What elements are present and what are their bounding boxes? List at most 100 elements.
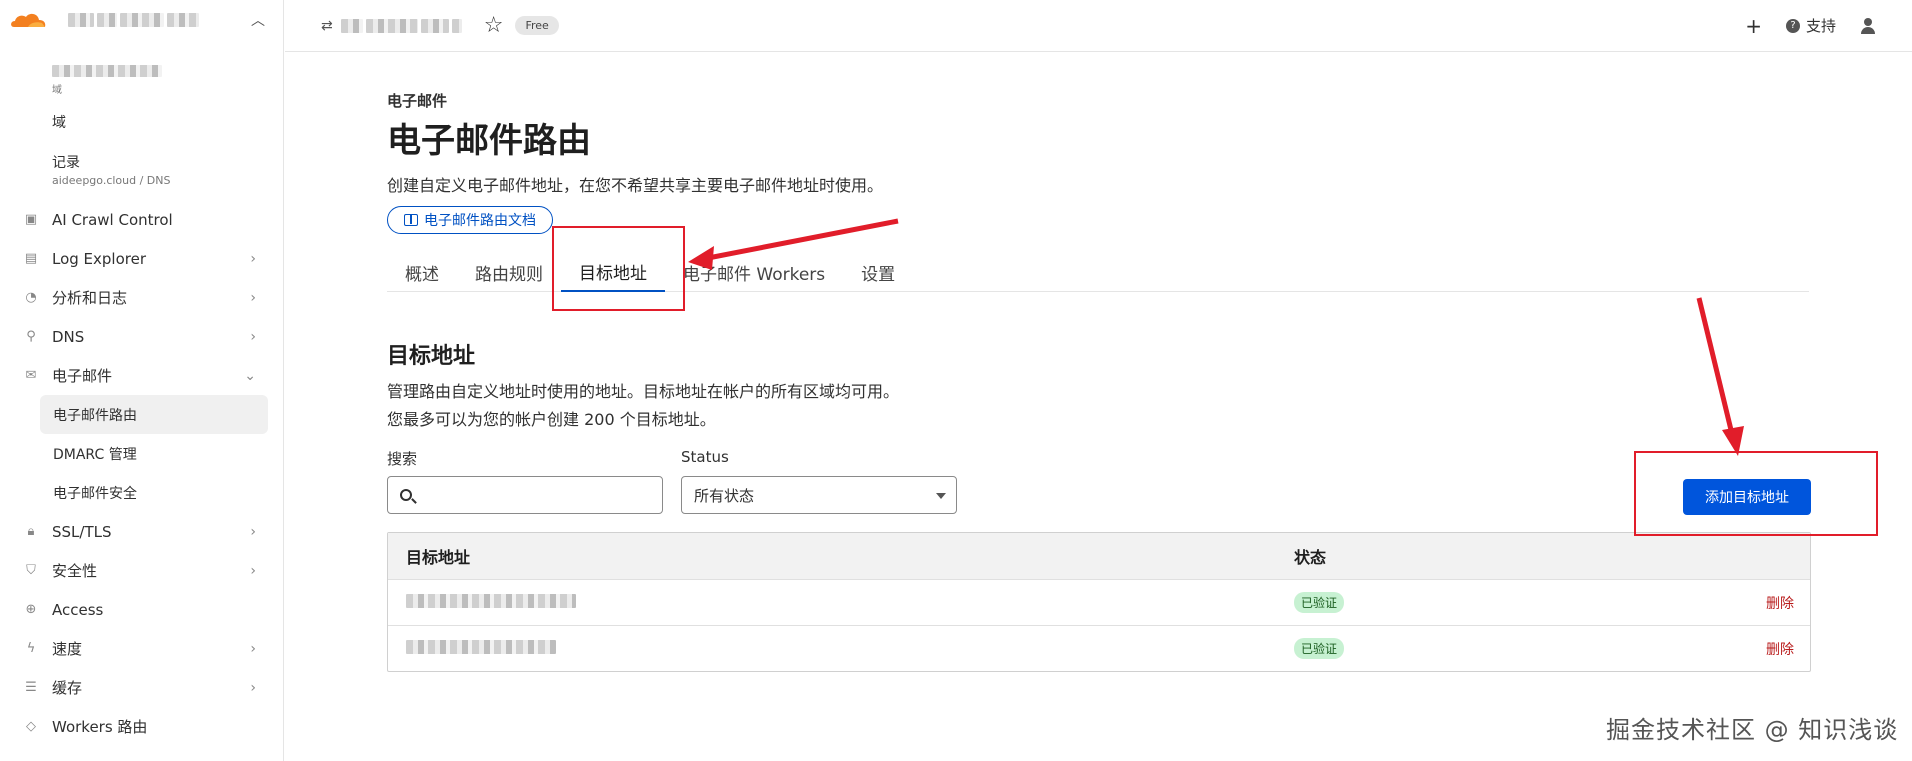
bolt-icon: ϟ — [26, 641, 36, 656]
sidebar-item-label: Access — [52, 600, 104, 619]
zone-selector[interactable] — [340, 18, 462, 33]
docs-link[interactable]: 电子邮件路由文档 — [387, 206, 553, 234]
chevron-right-icon: › — [250, 640, 256, 657]
app-window: ︿ 域 域 记录 aideepgo.cloud / DNS ▣ AI Crawl… — [0, 0, 1912, 761]
main-content: 电子邮件 电子邮件路由 创建自定义电子邮件地址，在您不希望共享主要电子邮件地址时… — [387, 90, 1811, 672]
annotation-box-button — [1634, 451, 1878, 536]
annotation-arrow-button-line — [1696, 297, 1735, 435]
status-label: Status — [681, 448, 729, 466]
section-description: 管理路由自定义地址时使用的地址。目标地址在帐户的所有区域均可用。 您最多可以为您… — [387, 378, 899, 434]
mail-icon: ✉ — [25, 368, 37, 383]
sidebar: ︿ 域 域 记录 aideepgo.cloud / DNS ▣ AI Crawl… — [0, 0, 284, 761]
access-icon: ⊕ — [25, 602, 37, 617]
chevron-up-icon[interactable]: ︿ — [251, 10, 265, 30]
book-icon — [404, 214, 418, 226]
sidebar-item-email[interactable]: ✉ 电子邮件 ⌄ — [0, 356, 284, 395]
analytics-icon: ◔ — [25, 290, 37, 305]
bot-icon: ▣ — [24, 212, 38, 227]
chevron-right-icon: › — [250, 562, 256, 579]
tab-email-workers[interactable]: 电子邮件 Workers — [665, 252, 843, 292]
delete-link[interactable]: 删除 — [1766, 642, 1794, 658]
sidebar-item-email-routing[interactable]: 电子邮件路由 — [40, 395, 268, 434]
page-eyebrow: 电子邮件 — [387, 92, 448, 110]
account-name[interactable] — [68, 13, 199, 27]
tab-overview[interactable]: 概述 — [387, 252, 457, 292]
cloudflare-logo-icon[interactable] — [8, 9, 48, 31]
table-row: 已验证 删除 — [388, 625, 1810, 671]
chevron-right-icon: › — [250, 328, 256, 345]
sidebar-nav: ▣ AI Crawl Control ▤ Log Explorer › ◔ 分析… — [0, 200, 284, 746]
sidebar-item-workers-routes[interactable]: ◇ Workers 路由 — [0, 707, 284, 746]
status-badge: 已验证 — [1294, 592, 1345, 613]
zone-icon: ⇄ — [321, 17, 333, 34]
sidebar-item-log-explorer[interactable]: ▤ Log Explorer › — [0, 239, 284, 278]
destination-table: 目标地址 状态 已验证 删除 已验证 删除 — [387, 532, 1811, 672]
sidebar-item-ai-crawl-control[interactable]: ▣ AI Crawl Control — [0, 200, 284, 239]
search-input[interactable] — [420, 487, 640, 503]
sidebar-item-email-security[interactable]: 电子邮件安全 — [0, 473, 284, 512]
section-description-line-1: 管理路由自定义地址时使用的地址。目标地址在帐户的所有区域均可用。 — [387, 382, 900, 401]
sidebar-domain[interactable]: 域 — [0, 112, 284, 132]
docs-link-label: 电子邮件路由文档 — [424, 213, 536, 229]
sidebar-item-label: 速度 — [52, 640, 83, 658]
plan-badge: Free — [515, 16, 559, 35]
table-row: 已验证 删除 — [388, 579, 1810, 625]
workers-icon: ◇ — [26, 719, 36, 734]
status-select[interactable]: 所有状态 — [681, 476, 957, 514]
sidebar-item-speed[interactable]: ϟ 速度 › — [0, 629, 284, 668]
status-select-value: 所有状态 — [694, 486, 755, 505]
sidebar-item-dns[interactable]: ⚲ DNS › — [0, 317, 284, 356]
zone-name[interactable] — [0, 62, 284, 81]
support-menu[interactable]: ? 支持 — [1785, 15, 1836, 36]
shield-icon: ⛉ — [26, 563, 36, 578]
destination-address — [388, 593, 1294, 612]
column-header-address: 目标地址 — [406, 548, 471, 567]
sidebar-item-label: 分析和日志 — [52, 289, 128, 307]
sidebar-item-label: SSL/TLS — [52, 522, 112, 541]
column-header-status: 状态 — [1294, 548, 1327, 567]
star-icon[interactable]: ☆ — [484, 13, 504, 38]
sidebar-item-label: DNS — [52, 327, 85, 346]
caret-down-icon — [936, 493, 946, 499]
sidebar-item-label: Log Explorer — [52, 249, 147, 268]
sidebar-records[interactable]: 记录 — [0, 152, 284, 172]
sidebar-item-cache[interactable]: ☰ 缓存 › — [0, 668, 284, 707]
sidebar-item-label: 缓存 — [52, 679, 83, 697]
sidebar-item-access[interactable]: ⊕ Access — [0, 590, 284, 629]
dns-icon: ⚲ — [26, 329, 36, 344]
top-actions: + ? 支持 — [1745, 14, 1876, 38]
sidebar-item-label: Workers 路由 — [52, 718, 148, 736]
sidebar-item-label: 电子邮件 — [52, 367, 113, 385]
chevron-right-icon: › — [250, 250, 256, 267]
records-breadcrumb: aideepgo.cloud / DNS — [52, 174, 171, 187]
lock-icon: 🔒︎ — [27, 524, 35, 539]
user-icon[interactable] — [1860, 17, 1876, 34]
destination-address — [388, 639, 1294, 658]
help-icon: ? — [1785, 18, 1800, 33]
section-description-line-2: 您最多可以为您的帐户创建 200 个目标地址。 — [387, 410, 716, 429]
zone-context: 域 域 记录 aideepgo.cloud / DNS — [0, 62, 284, 187]
sidebar-item-security[interactable]: ⛉ 安全性 › — [0, 551, 284, 590]
top-bar: ⇄ ☆ Free + ? 支持 — [285, 0, 1912, 52]
chevron-right-icon: › — [250, 679, 256, 696]
tab-settings[interactable]: 设置 — [843, 252, 913, 292]
sidebar-item-ssl-tls[interactable]: 🔒︎ SSL/TLS › — [0, 512, 284, 551]
log-icon: ▤ — [24, 251, 38, 266]
plus-icon[interactable]: + — [1745, 14, 1762, 38]
chevron-down-icon: ⌄ — [244, 367, 256, 384]
status-badge: 已验证 — [1294, 638, 1345, 659]
page-title: 电子邮件路由 — [387, 121, 591, 161]
search-field[interactable] — [387, 476, 663, 514]
delete-link[interactable]: 删除 — [1766, 596, 1794, 612]
support-label: 支持 — [1805, 17, 1836, 35]
zone-caption: 域 — [52, 85, 62, 96]
page-description: 创建自定义电子邮件地址，在您不希望共享主要电子邮件地址时使用。 — [387, 176, 884, 195]
search-label: 搜索 — [387, 450, 418, 468]
section-title: 目标地址 — [387, 344, 476, 369]
tab-routing-rules[interactable]: 路由规则 — [457, 252, 561, 292]
annotation-box-tab — [552, 226, 685, 311]
sidebar-item-analytics[interactable]: ◔ 分析和日志 › — [0, 278, 284, 317]
sidebar-item-dmarc[interactable]: DMARC 管理 — [0, 434, 284, 473]
sidebar-item-label: 安全性 — [52, 562, 98, 580]
sidebar-header: ︿ — [0, 0, 283, 40]
